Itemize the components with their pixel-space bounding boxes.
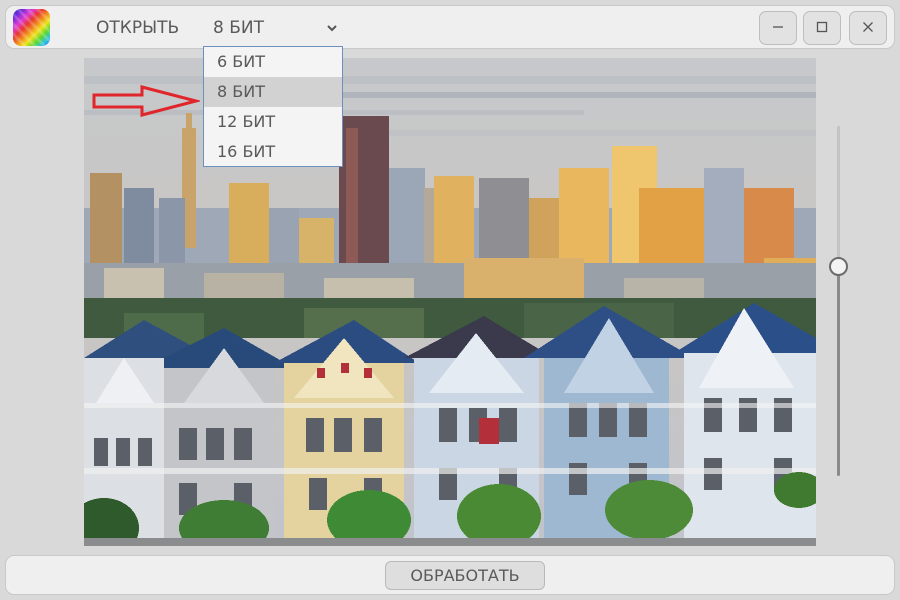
photo-painted-ladies-san-francisco — [84, 58, 816, 546]
bit-depth-select[interactable]: 8 БИТ — [213, 16, 343, 40]
close-icon — [861, 19, 875, 38]
title-bar: ОТКРЫТЬ 8 БИТ — [5, 5, 895, 49]
bit-depth-value: 8 БИТ — [213, 18, 264, 38]
bit-depth-dropdown: 6 БИТ 8 БИТ 12 БИТ 16 БИТ — [203, 46, 343, 167]
chevron-down-icon — [326, 17, 338, 39]
dropdown-option-6-bit[interactable]: 6 БИТ — [204, 47, 342, 77]
bottom-bar: ОБРАБОТАТЬ — [5, 555, 895, 595]
dropdown-option-12-bit[interactable]: 12 БИТ — [204, 107, 342, 137]
slider-thumb[interactable] — [829, 256, 848, 276]
slider-fill — [837, 266, 840, 476]
open-button[interactable]: ОТКРЫТЬ — [96, 16, 179, 40]
dropdown-option-16-bit[interactable]: 16 БИТ — [204, 137, 342, 167]
maximize-icon — [815, 19, 829, 38]
vertical-slider[interactable] — [826, 122, 852, 478]
red-arrow-right-icon — [92, 85, 200, 117]
dropdown-option-8-bit[interactable]: 8 БИТ — [204, 77, 342, 107]
process-button[interactable]: ОБРАБОТАТЬ — [385, 561, 545, 590]
app-logo — [13, 9, 50, 46]
minimize-button[interactable] — [759, 11, 797, 45]
close-button[interactable] — [849, 11, 887, 45]
minimize-icon — [771, 19, 785, 38]
maximize-button[interactable] — [803, 11, 841, 45]
image-preview — [84, 58, 816, 546]
